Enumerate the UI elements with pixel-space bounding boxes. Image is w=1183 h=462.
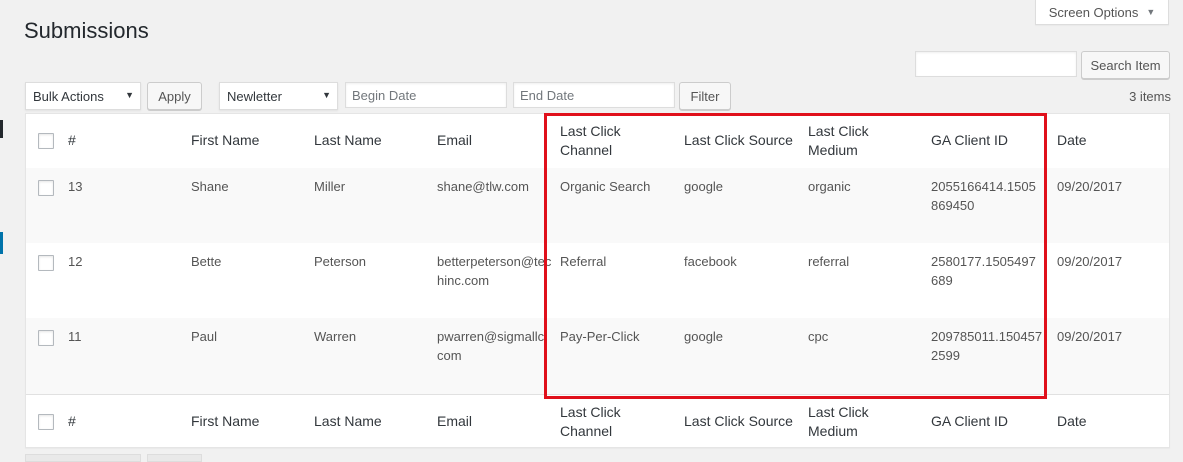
cell-ga-client-id: 2580177.1505497689 bbox=[931, 254, 1036, 288]
screen-options-button[interactable]: Screen Options ▼ bbox=[1035, 0, 1169, 25]
cell-source: google bbox=[684, 329, 724, 344]
row-checkbox[interactable] bbox=[38, 180, 54, 196]
form-filter-select[interactable]: Newletter ▼ bbox=[219, 82, 338, 110]
select-all-checkbox-footer[interactable] bbox=[38, 414, 54, 430]
cell-channel: Organic Search bbox=[560, 179, 651, 194]
table-footer-row: # First Name Last Name Email Last Click … bbox=[26, 394, 1169, 449]
column-medium-header-line2: Medium bbox=[808, 142, 858, 158]
cell-email: betterpeterson@techinc.com bbox=[437, 254, 552, 288]
screen-options-label: Screen Options bbox=[1048, 4, 1139, 20]
cell-last-name: Miller bbox=[314, 179, 346, 194]
cell-date: 09/20/2017 bbox=[1057, 329, 1123, 344]
column-id-header[interactable]: # bbox=[68, 131, 76, 150]
filter-button[interactable]: Filter bbox=[679, 82, 731, 110]
cell-last-name: Peterson bbox=[314, 254, 367, 269]
bulk-actions-value: Bulk Actions bbox=[33, 88, 104, 104]
bulk-actions-select-bottom[interactable] bbox=[25, 454, 141, 462]
table-header-row: # First Name Last Name Email Last Click … bbox=[26, 114, 1169, 169]
caret-down-icon: ▼ bbox=[125, 90, 134, 100]
column-medium-header-line1: Last Click bbox=[808, 123, 869, 139]
cell-channel: Referral bbox=[560, 254, 607, 269]
caret-down-icon: ▼ bbox=[1146, 7, 1156, 17]
column-date-header[interactable]: Date bbox=[1057, 131, 1087, 150]
begin-date-placeholder: Begin Date bbox=[352, 87, 417, 103]
form-filter-value: Newletter bbox=[227, 88, 282, 104]
cell-email: pwarren@sigmallc.com bbox=[437, 329, 548, 363]
cell-source: facebook bbox=[684, 254, 737, 269]
column-medium-footer-line1: Last Click bbox=[808, 404, 869, 420]
cell-ga-client-id: 209785011.1504572599 bbox=[931, 329, 1043, 363]
submissions-table: # First Name Last Name Email Last Click … bbox=[25, 113, 1170, 448]
cell-first-name: Paul bbox=[191, 329, 218, 344]
items-count: 3 items bbox=[1129, 89, 1171, 104]
column-channel-footer-line2: Channel bbox=[560, 423, 613, 439]
cell-first-name: Bette bbox=[191, 254, 222, 269]
table-row: 11 Paul Warren pwarren@sigmallc.com Pay-… bbox=[26, 318, 1169, 394]
cell-id: 12 bbox=[68, 254, 83, 269]
column-channel-header-line2: Channel bbox=[560, 142, 613, 158]
search-items-button[interactable]: Search Item bbox=[1081, 51, 1170, 79]
cell-last-name: Warren bbox=[314, 329, 357, 344]
column-ga-client-id-header[interactable]: GA Client ID bbox=[931, 131, 1043, 150]
column-ga-client-id-footer[interactable]: GA Client ID bbox=[931, 412, 1043, 431]
column-medium-footer[interactable]: Last Click Medium bbox=[808, 403, 918, 441]
table-row: 13 Shane Miller shane@tlw.com Organic Se… bbox=[26, 168, 1169, 243]
cell-id: 11 bbox=[68, 329, 82, 344]
column-date-footer[interactable]: Date bbox=[1057, 412, 1087, 431]
column-channel-header-line1: Last Click bbox=[560, 123, 621, 139]
admin-menu-active-marker bbox=[0, 232, 3, 254]
column-channel-header[interactable]: Last Click Channel bbox=[560, 122, 680, 160]
end-date-placeholder: End Date bbox=[520, 87, 575, 103]
admin-menu-marker bbox=[0, 120, 3, 138]
admin-menu-edge bbox=[0, 0, 3, 459]
column-first-name-header[interactable]: First Name bbox=[191, 131, 259, 150]
column-email-footer[interactable]: Email bbox=[437, 412, 552, 431]
apply-button-bottom[interactable] bbox=[147, 454, 202, 462]
cell-date: 09/20/2017 bbox=[1057, 179, 1123, 194]
column-email-header[interactable]: Email bbox=[437, 131, 552, 150]
cell-ga-client-id: 2055166414.1505869450 bbox=[931, 179, 1036, 213]
cell-id: 13 bbox=[68, 179, 83, 194]
cell-medium: cpc bbox=[808, 329, 829, 344]
cell-first-name: Shane bbox=[191, 179, 229, 194]
column-medium-footer-line2: Medium bbox=[808, 423, 858, 439]
cell-medium: organic bbox=[808, 179, 851, 194]
bulk-actions-select[interactable]: Bulk Actions ▼ bbox=[25, 82, 141, 110]
apply-button[interactable]: Apply bbox=[147, 82, 202, 110]
row-checkbox[interactable] bbox=[38, 255, 54, 271]
column-last-name-header[interactable]: Last Name bbox=[314, 131, 382, 150]
column-id-footer[interactable]: # bbox=[68, 412, 76, 431]
cell-channel: Pay-Per-Click bbox=[560, 329, 640, 344]
column-medium-header[interactable]: Last Click Medium bbox=[808, 122, 918, 160]
row-checkbox[interactable] bbox=[38, 330, 54, 346]
cell-date: 09/20/2017 bbox=[1057, 254, 1123, 269]
select-all-checkbox[interactable] bbox=[38, 133, 54, 149]
column-first-name-footer[interactable]: First Name bbox=[191, 412, 259, 431]
cell-source: google bbox=[684, 179, 724, 194]
table-row: 12 Bette Peterson betterpeterson@techinc… bbox=[26, 243, 1169, 318]
end-date-input[interactable]: End Date bbox=[513, 82, 675, 108]
begin-date-input[interactable]: Begin Date bbox=[345, 82, 507, 108]
caret-down-icon: ▼ bbox=[322, 90, 331, 100]
cell-email: shane@tlw.com bbox=[437, 179, 529, 194]
search-input[interactable] bbox=[915, 51, 1077, 77]
column-channel-footer-line1: Last Click bbox=[560, 404, 621, 420]
column-channel-footer[interactable]: Last Click Channel bbox=[560, 403, 680, 441]
column-last-name-footer[interactable]: Last Name bbox=[314, 412, 382, 431]
column-source-footer[interactable]: Last Click Source bbox=[684, 412, 793, 431]
column-source-header[interactable]: Last Click Source bbox=[684, 131, 793, 150]
cell-medium: referral bbox=[808, 254, 850, 269]
page-title: Submissions bbox=[24, 18, 149, 43]
